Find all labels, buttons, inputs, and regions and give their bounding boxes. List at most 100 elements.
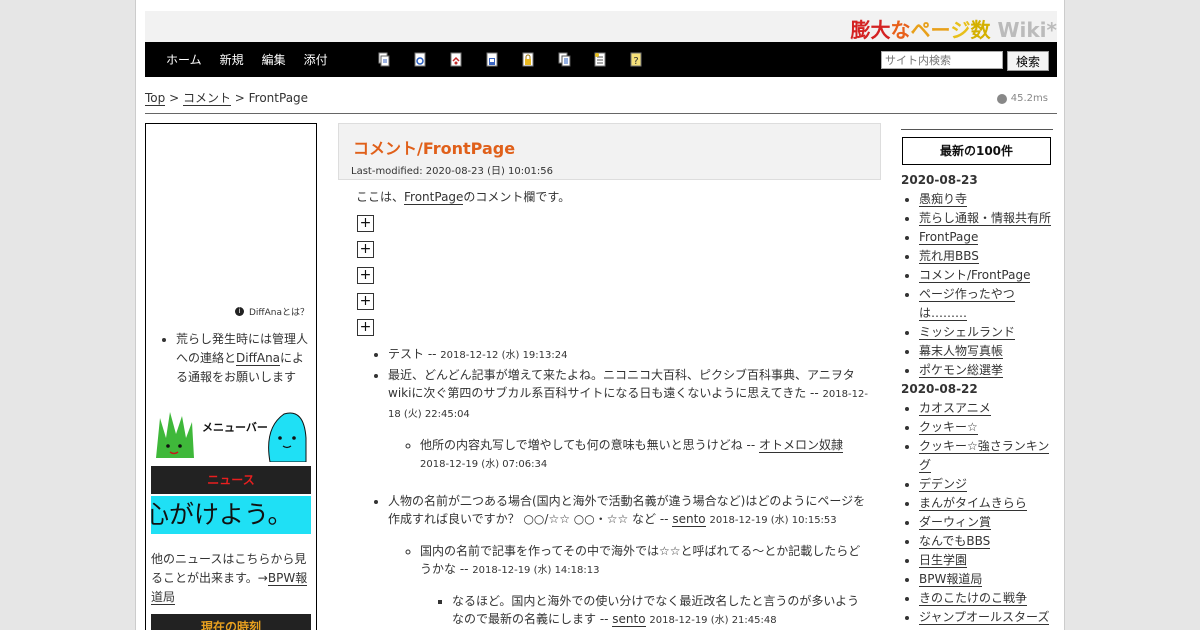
recent-item-link[interactable]: 荒らし通報・情報共有所 (919, 211, 1052, 226)
site-title-part: な (890, 18, 911, 42)
news-more: 他のニュースはこちらから見ることが出来ます。→BPW報道局 (151, 550, 313, 607)
recent-item: クッキー☆ (919, 418, 1053, 437)
comment-timestamp: 2018-12-19 (水) 10:15:53 (709, 515, 837, 526)
recent-item-link[interactable]: 日生学園 (919, 553, 968, 568)
right-sidebar: 最新の100件 2020-08-23 愚痴り寺荒らし通報・情報共有所 FrontPa… (901, 123, 1053, 630)
expand-button[interactable]: + (357, 293, 374, 310)
expand-button[interactable]: + (357, 267, 374, 284)
svg-text:?: ? (633, 56, 638, 67)
info-icon: i (234, 307, 244, 316)
pagelist-icon[interactable] (558, 52, 571, 67)
nav-new[interactable]: 新規 (220, 51, 244, 68)
nav-edit[interactable]: 編集 (262, 51, 286, 68)
recent-item: 日生学園 (919, 551, 1053, 570)
recent-item-link[interactable]: デデンジ (919, 477, 968, 492)
comment-text: テスト -- (388, 347, 441, 361)
page: 膨大なページ数 Wiki* ホーム 新規 編集 添付 ? 検索 Top > コメ… (135, 0, 1065, 630)
render-time: 45.2ms (1010, 93, 1048, 104)
comment-text: 最近、どんどん記事が増えて来たよね。ニコニコ大百科、ピクシブ百科事典、アニヲタw… (388, 368, 855, 400)
site-title-part: ジ (950, 18, 971, 42)
expand-button[interactable]: + (357, 319, 374, 336)
frontpage-link[interactable]: FrontPage (404, 190, 464, 205)
recent-item-link[interactable]: FrontPage (919, 230, 979, 245)
menubar-art-icon (156, 412, 307, 463)
recent-item-link[interactable]: クッキー☆ (919, 420, 978, 435)
recent-item-link[interactable]: なんでもBBS (919, 534, 991, 549)
recent-item: FrontPage (919, 228, 1053, 247)
backup-icon[interactable] (450, 52, 462, 67)
diffana-link[interactable]: i DiffAnaとは？ (234, 305, 309, 318)
comment-text: 他所の内容丸写しで増やしても何の意味も無いと思うけどね -- (420, 438, 759, 452)
breadcrumb-top[interactable]: Top (145, 91, 166, 106)
recent-item: まんがタイムきらら (919, 494, 1053, 513)
breadcrumb-comment[interactable]: コメント (182, 91, 231, 106)
nav-menu: ホーム 新規 編集 添付 (157, 42, 337, 77)
recent-item-link[interactable]: クッキー☆強さランキング (919, 439, 1050, 473)
recent-item: ダーウィン賞 (919, 513, 1053, 532)
speed-icon (996, 93, 1007, 104)
main-content: ここは、FrontPageのコメント欄です。 (356, 188, 876, 205)
recent-item: ポケモン総選挙 (919, 361, 1053, 380)
recent-date: 2020-08-23 (901, 173, 978, 187)
nav-home[interactable]: ホーム (166, 51, 202, 68)
recent-item: 幕末人物写真帳 (919, 342, 1053, 361)
newpage-icon[interactable] (594, 52, 606, 67)
comment-author-link[interactable]: オトメロン奴隷 (758, 438, 843, 453)
recent-group: カオスアニメクッキー☆ クッキー☆強さランキングデデンジまんがタイムきららダーウィ… (901, 399, 1053, 627)
recent-item-link[interactable]: カオスアニメ (919, 401, 991, 416)
page-header: コメント/FrontPage Last-modified: 2020-08-23… (338, 123, 881, 180)
intro-after: のコメント欄です。 (463, 190, 571, 204)
recent-item-link[interactable]: BPW報道局 (919, 572, 983, 587)
menubar-label: メニューバー (202, 421, 268, 434)
comment-author-link[interactable]: sento (612, 612, 646, 627)
site-title-part: 膨大 (850, 18, 891, 42)
copy-icon[interactable] (378, 52, 390, 67)
breadcrumb-current: FrontPage (248, 91, 309, 105)
help-icon[interactable]: ? (630, 52, 642, 67)
save-icon[interactable] (486, 52, 498, 67)
intro-before: ここは、 (356, 190, 405, 204)
diffana-inline-link[interactable]: DiffAna (236, 351, 281, 366)
recent-item-link[interactable]: まんがタイムきらら (919, 496, 1027, 511)
recent-item: ジャンプオールスターズ (919, 608, 1053, 627)
search-button[interactable]: 検索 (1007, 51, 1049, 71)
diff-icon[interactable] (414, 52, 426, 67)
recent-item-link[interactable]: きのこたけのこ戦争 (919, 591, 1028, 606)
lock-icon[interactable] (522, 52, 534, 67)
news-ticker-text: 心がけよう。 (151, 500, 293, 529)
recent-item-link[interactable]: ジャンプオールスターズ (919, 610, 1050, 625)
left-sidebar: i DiffAnaとは？ 荒らし発生時には管理人への連絡とDiffAnaによる通報… (145, 123, 317, 630)
expand-button[interactable]: + (357, 241, 374, 258)
report-note-item: 荒らし発生時には管理人への連絡とDiffAnaによる通報をお願いします (176, 330, 312, 387)
menubar-banner[interactable]: メニューバー (154, 408, 308, 463)
comment-item: テスト -- 2018-12-12 (水) 19:13:24 (388, 345, 868, 365)
clock-heading: 現在の時刻 (151, 614, 311, 630)
site-header: 膨大なページ数 Wiki* (145, 11, 1057, 42)
recent-item-link[interactable]: コメント/FrontPage (919, 268, 1031, 283)
recent-item-link[interactable]: 荒れ用BBS (919, 249, 979, 264)
search-form: 検索 (881, 51, 1049, 71)
expand-button[interactable]: + (357, 215, 374, 232)
recent-list: 2020-08-23 愚痴り寺荒らし通報・情報共有所 FrontPage 荒れ用BBS… (901, 171, 1053, 627)
recent-group: 愚痴り寺荒らし通報・情報共有所 FrontPage 荒れ用BBS コメント/Front… (901, 190, 1053, 380)
search-input[interactable] (881, 51, 1003, 69)
nav-attach[interactable]: 添付 (304, 51, 328, 68)
recent-item-link[interactable]: ダーウィン賞 (919, 515, 992, 530)
recent-item-link[interactable]: 愚痴り寺 (919, 192, 968, 207)
recent-item: 荒らし通報・情報共有所 (919, 209, 1053, 228)
recent-item: 荒れ用BBS (919, 247, 1053, 266)
comment-item: 最近、どんどん記事が増えて来たよね。ニコニコ大百科、ピクシブ百科事典、アニヲタw… (388, 366, 868, 474)
recent-item-link[interactable]: ミッシェルランド (919, 325, 1016, 340)
breadcrumb-separator: > (165, 91, 183, 105)
comment-author-link[interactable]: sento (672, 512, 706, 527)
reply-item: なるほど。国内と海外での使い分けでなく最近改名したと言うのが多いようなので最新の… (452, 592, 868, 630)
intro-text: ここは、FrontPageのコメント欄です。 (356, 188, 876, 205)
recent-item-link[interactable]: ページ作ったやつは……… (919, 287, 1015, 321)
comment-timestamp: 2018-12-19 (水) 14:18:13 (472, 565, 600, 576)
recent-item-link[interactable]: ポケモン総選挙 (919, 363, 1004, 378)
render-timer: 45.2ms (996, 93, 1048, 104)
recent-item: BPW報道局 (919, 570, 1053, 589)
recent-item-link[interactable]: 幕末人物写真帳 (919, 344, 1004, 359)
page-title[interactable]: コメント/FrontPage (353, 135, 515, 159)
site-title[interactable]: 膨大なページ数 Wiki* (851, 14, 1058, 43)
